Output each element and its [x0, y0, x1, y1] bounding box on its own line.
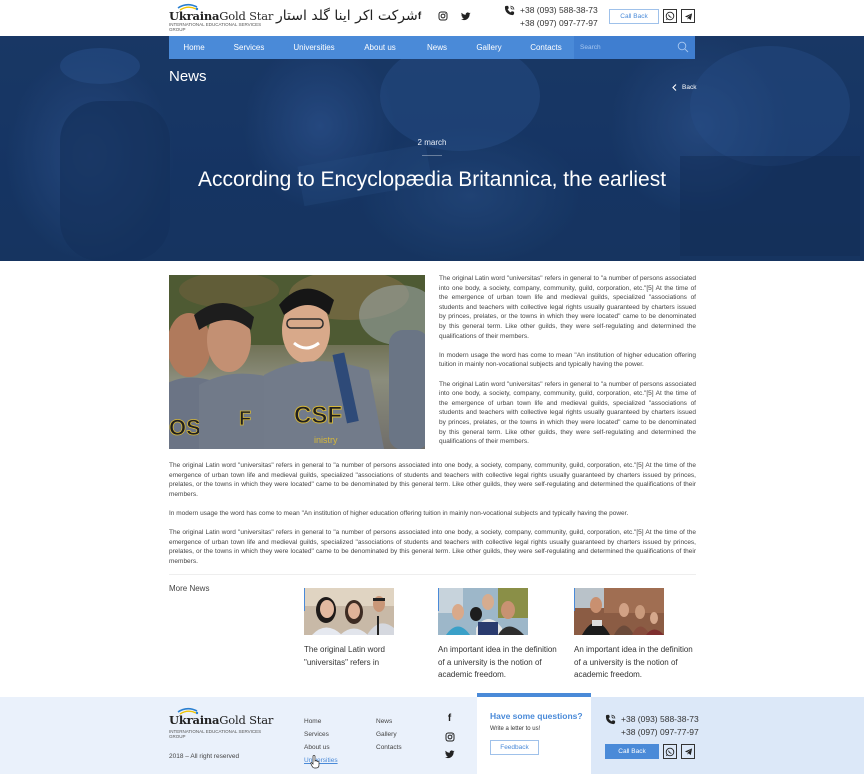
- questions-box: Have some questions? Write a letter to u…: [477, 693, 591, 774]
- telegram-icon: [684, 748, 692, 756]
- phone-number[interactable]: +38 (097) 097-77-97: [621, 726, 699, 739]
- footer-whatsapp-button[interactable]: [663, 744, 677, 759]
- footer-link-home[interactable]: Home: [304, 715, 338, 728]
- company-name-persian: شرکت اکر اینا گلد استار: [276, 8, 418, 24]
- news-thumbnail[interactable]: [438, 588, 528, 635]
- footer-link-about-us[interactable]: About us: [304, 741, 338, 754]
- chevron-left-icon: [672, 84, 677, 91]
- article-paragraph: The original Latin word "universitas" re…: [439, 275, 696, 340]
- header-phones: +38 (093) 588-38-73 +38 (097) 097-77-97: [504, 4, 598, 30]
- logo-tagline: International Educational Services Group: [169, 729, 262, 739]
- footer-social-links: f: [444, 713, 455, 760]
- phone-number[interactable]: +38 (093) 588-38-73: [520, 4, 598, 17]
- social-links: f: [414, 10, 471, 22]
- feedback-button[interactable]: Feedback: [490, 740, 539, 755]
- page-title: News: [169, 68, 207, 85]
- svg-text:inistry: inistry: [314, 435, 338, 445]
- instagram-icon[interactable]: [444, 731, 455, 742]
- phone-icon: [504, 5, 515, 16]
- facebook-icon[interactable]: f: [414, 10, 425, 22]
- news-card[interactable]: The original Latin word "universitas" re…: [304, 588, 424, 669]
- hero-banner: Home Services Universities About us News…: [0, 36, 864, 261]
- article-paragraph: In modern usage the word has come to mea…: [439, 351, 696, 369]
- back-label: Back: [682, 84, 697, 91]
- article-paragraph: The original Latin word "universitas" re…: [169, 462, 696, 498]
- questions-title: Have some questions?: [490, 711, 583, 721]
- search-icon[interactable]: [677, 41, 689, 53]
- phone-number[interactable]: +38 (097) 097-77-97: [520, 17, 598, 30]
- nav-services[interactable]: Services: [219, 36, 279, 59]
- news-caption[interactable]: The original Latin word "universitas" re…: [304, 644, 424, 669]
- logo-tagline: International Educational Services Group: [169, 22, 262, 32]
- footer: UkrainaGold Star International Education…: [0, 693, 864, 774]
- telegram-icon: [684, 12, 692, 20]
- search-box: [574, 36, 695, 59]
- mouse-pointer-hand-icon: [310, 755, 320, 769]
- article-date: 2 march: [417, 138, 447, 147]
- nav-home[interactable]: Home: [169, 36, 219, 59]
- logo-text: UkrainaGold Star: [169, 9, 274, 23]
- news-thumbnail[interactable]: [574, 588, 664, 635]
- article-photo: OS F CSF inistry: [169, 275, 425, 449]
- news-card[interactable]: An important idea in the definition of a…: [574, 588, 694, 682]
- footer-link-contacts[interactable]: Contacts: [376, 741, 402, 754]
- top-header: UkrainaGold Star International Education…: [0, 0, 864, 36]
- news-card[interactable]: An important idea in the definition of a…: [438, 588, 558, 682]
- footer-link-gallery[interactable]: Gallery: [376, 728, 402, 741]
- whatsapp-icon: [665, 747, 675, 756]
- whatsapp-button[interactable]: [663, 9, 677, 23]
- copyright: 2018 – All right reserved: [169, 753, 240, 760]
- main-nav: Home Services Universities About us News…: [169, 36, 695, 59]
- article-paragraph: The original Latin word "universitas" re…: [169, 529, 696, 565]
- news-thumbnail[interactable]: [304, 588, 394, 635]
- nav-contacts[interactable]: Contacts: [515, 36, 577, 59]
- news-caption[interactable]: An important idea in the definition of a…: [438, 644, 558, 682]
- instagram-icon[interactable]: [437, 10, 448, 22]
- twitter-icon[interactable]: [444, 749, 455, 760]
- svg-text:CSF: CSF: [294, 402, 342, 429]
- news-caption[interactable]: An important idea in the definition of a…: [574, 644, 694, 682]
- section-divider: [169, 574, 696, 575]
- telegram-button[interactable]: [681, 9, 695, 23]
- article-paragraph: The original Latin word "universitas" re…: [439, 380, 696, 446]
- questions-subtitle: Write a letter to us!: [490, 726, 541, 732]
- whatsapp-icon: [665, 11, 675, 21]
- back-link[interactable]: Back: [672, 84, 696, 91]
- footer-link-news[interactable]: News: [376, 715, 402, 728]
- date-divider: [422, 155, 442, 156]
- phone-number[interactable]: +38 (093) 588-38-73: [621, 713, 699, 726]
- footer-link-services[interactable]: Services: [304, 728, 338, 741]
- more-news-label: More News: [169, 584, 210, 593]
- article-text-full: The original Latin word "universitas" re…: [169, 461, 696, 576]
- nav-about-us[interactable]: About us: [349, 36, 411, 59]
- article-text-right: The original Latin word "universitas" re…: [439, 274, 696, 456]
- twitter-icon[interactable]: [460, 10, 471, 22]
- facebook-icon[interactable]: f: [444, 713, 455, 724]
- nav-gallery[interactable]: Gallery: [463, 36, 515, 59]
- phone-icon: [605, 714, 616, 725]
- svg-text:F: F: [239, 408, 251, 430]
- article-paragraph: In modern usage the word has come to mea…: [169, 509, 629, 517]
- search-input[interactable]: [580, 41, 670, 54]
- students-photo: OS F CSF inistry: [169, 275, 425, 449]
- footer-telegram-button[interactable]: [681, 744, 695, 759]
- footer-logo[interactable]: UkrainaGold Star International Education…: [169, 707, 273, 739]
- footer-call-back-button[interactable]: Call Back: [605, 744, 659, 759]
- footer-links-col2: News Gallery Contacts: [376, 715, 402, 754]
- nav-universities[interactable]: Universities: [279, 36, 349, 59]
- article-headline: According to Encyclopædia Britannica, th…: [197, 168, 667, 191]
- logo-text: UkrainaGold Star: [169, 713, 274, 727]
- footer-phones: +38 (093) 588-38-73 +38 (097) 097-77-97: [605, 713, 699, 739]
- svg-text:OS: OS: [169, 415, 201, 440]
- call-back-button[interactable]: Call Back: [609, 9, 659, 24]
- logo[interactable]: UkrainaGold Star International Education…: [169, 3, 273, 33]
- nav-news[interactable]: News: [411, 36, 463, 59]
